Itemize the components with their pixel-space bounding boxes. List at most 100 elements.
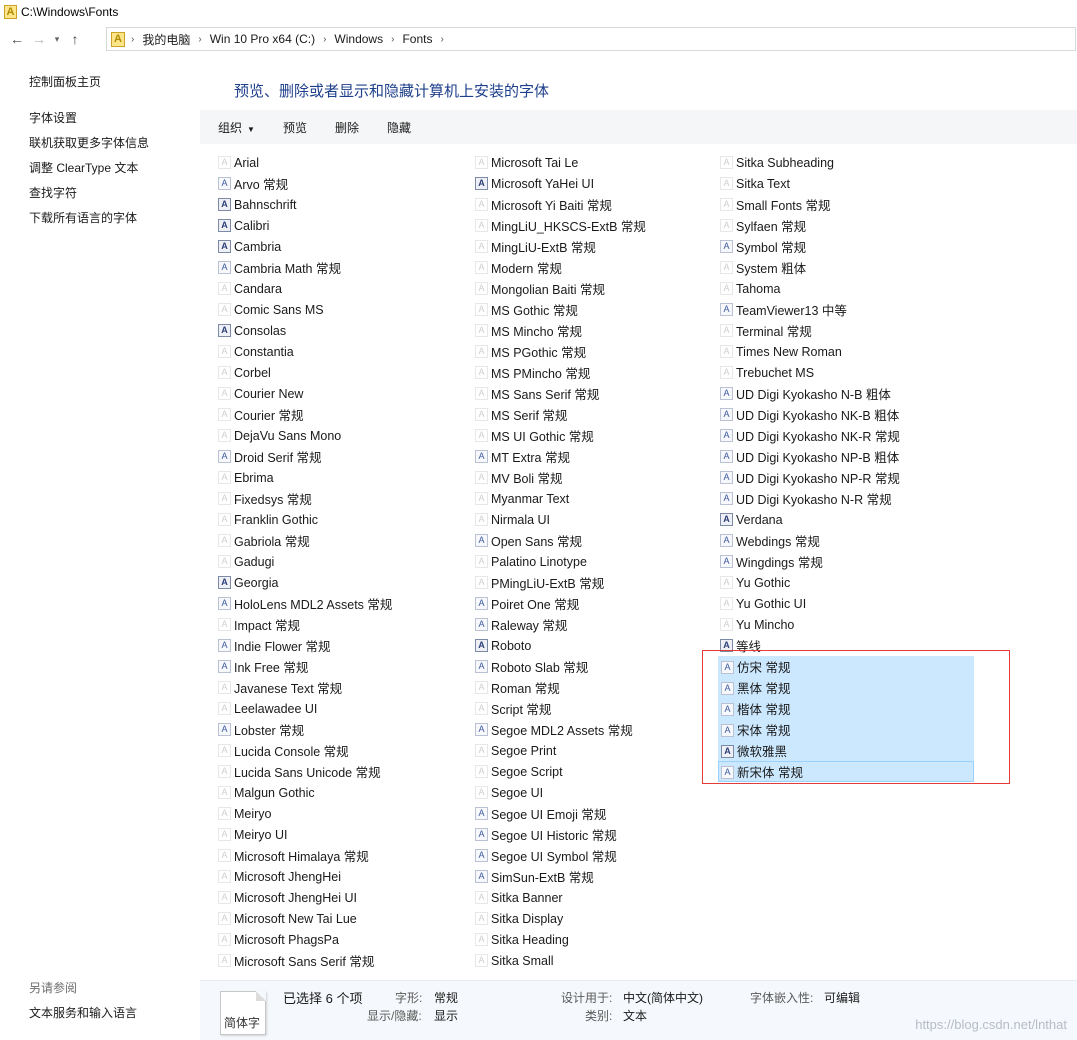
font-item[interactable]: A Sitka Heading xyxy=(473,929,713,950)
font-item[interactable]: A Cambria xyxy=(216,236,466,257)
font-item[interactable]: A UD Digi Kyokasho N-R 常规 xyxy=(718,488,974,509)
chevron-right-icon[interactable]: › xyxy=(391,34,394,45)
font-item[interactable]: A Microsoft YaHei UI xyxy=(473,173,713,194)
font-item[interactable]: A Microsoft Yi Baiti 常规 xyxy=(473,194,713,215)
back-arrow-icon[interactable]: ← xyxy=(6,28,28,50)
font-item[interactable]: A Verdana xyxy=(718,509,974,530)
font-item[interactable]: A Segoe UI Historic 常规 xyxy=(473,824,713,845)
font-item[interactable]: A Bahnschrift xyxy=(216,194,466,215)
font-item[interactable]: A UD Digi Kyokasho NP-R 常规 xyxy=(718,467,974,488)
font-item[interactable]: A Lucida Console 常规 xyxy=(216,740,466,761)
font-item[interactable]: A Symbol 常规 xyxy=(718,236,974,257)
font-item[interactable]: A Franklin Gothic xyxy=(216,509,466,530)
chevron-right-icon[interactable]: › xyxy=(323,34,326,45)
organize-button[interactable]: 组织 ▼ xyxy=(218,119,255,136)
preview-button[interactable]: 预览 xyxy=(283,119,307,136)
font-item[interactable]: A Roboto Slab 常规 xyxy=(473,656,713,677)
font-item[interactable]: A Gabriola 常规 xyxy=(216,530,466,551)
font-item[interactable]: A Malgun Gothic xyxy=(216,782,466,803)
font-item[interactable]: A Ebrima xyxy=(216,467,466,488)
font-item[interactable]: A MS Serif 常规 xyxy=(473,404,713,425)
chevron-right-icon[interactable]: › xyxy=(198,34,201,45)
font-item[interactable]: A Webdings 常规 xyxy=(718,530,974,551)
font-item[interactable]: A Constantia xyxy=(216,341,466,362)
font-item[interactable]: A Wingdings 常规 xyxy=(718,551,974,572)
font-item[interactable]: A Calibri xyxy=(216,215,466,236)
chevron-right-icon[interactable]: › xyxy=(131,34,134,45)
font-item[interactable]: A Cambria Math 常规 xyxy=(216,257,466,278)
recent-locations-chevron-icon[interactable]: ▾ xyxy=(50,28,64,50)
font-item[interactable]: A Nirmala UI xyxy=(473,509,713,530)
font-item[interactable]: A System 粗体 xyxy=(718,257,974,278)
font-item[interactable]: A Roman 常规 xyxy=(473,677,713,698)
adjust-cleartype-link[interactable]: 调整 ClearType 文本 xyxy=(29,159,138,176)
font-item[interactable]: A Script 常规 xyxy=(473,698,713,719)
breadcrumb-fonts[interactable]: Fonts xyxy=(402,32,432,46)
font-item[interactable]: A MS PMincho 常规 xyxy=(473,362,713,383)
font-item[interactable]: A Segoe Print xyxy=(473,740,713,761)
font-item[interactable]: A Poiret One 常规 xyxy=(473,593,713,614)
control-panel-home-link[interactable]: 控制面板主页 xyxy=(29,73,101,90)
font-settings-link[interactable]: 字体设置 xyxy=(29,109,77,126)
font-item[interactable]: A Times New Roman xyxy=(718,341,974,362)
font-item[interactable]: A Candara xyxy=(216,278,466,299)
font-item[interactable]: A Microsoft JhengHei xyxy=(216,866,466,887)
font-item[interactable]: A Droid Serif 常规 xyxy=(216,446,466,467)
font-item[interactable]: A Lobster 常规 xyxy=(216,719,466,740)
font-item[interactable]: A Palatino Linotype xyxy=(473,551,713,572)
font-item[interactable]: A MingLiU-ExtB 常规 xyxy=(473,236,713,257)
font-item[interactable]: A Microsoft PhagsPa xyxy=(216,929,466,950)
font-item[interactable]: A Yu Gothic xyxy=(718,572,974,593)
font-item[interactable]: A MS Gothic 常规 xyxy=(473,299,713,320)
font-item[interactable]: A Segoe MDL2 Assets 常规 xyxy=(473,719,713,740)
font-item[interactable]: A Ink Free 常规 xyxy=(216,656,466,677)
font-item[interactable]: A Corbel xyxy=(216,362,466,383)
font-item[interactable]: A MS Sans Serif 常规 xyxy=(473,383,713,404)
font-item[interactable]: A Indie Flower 常规 xyxy=(216,635,466,656)
font-item[interactable]: A Tahoma xyxy=(718,278,974,299)
font-item[interactable]: A Javanese Text 常规 xyxy=(216,677,466,698)
font-item[interactable]: A Arvo 常规 xyxy=(216,173,466,194)
font-item[interactable]: A Comic Sans MS xyxy=(216,299,466,320)
font-item[interactable]: A MS UI Gothic 常规 xyxy=(473,425,713,446)
font-item[interactable]: A MS PGothic 常规 xyxy=(473,341,713,362)
font-item[interactable]: A Sitka Small xyxy=(473,950,713,971)
font-item[interactable]: A UD Digi Kyokasho N-B 粗体 xyxy=(718,383,974,404)
font-item[interactable]: A MT Extra 常规 xyxy=(473,446,713,467)
font-item[interactable]: A Terminal 常规 xyxy=(718,320,974,341)
font-item[interactable]: A UD Digi Kyokasho NP-B 粗体 xyxy=(718,446,974,467)
font-item[interactable]: A SimSun-ExtB 常规 xyxy=(473,866,713,887)
font-item[interactable]: A Sitka Subheading xyxy=(718,152,974,173)
font-item[interactable]: A Microsoft JhengHei UI xyxy=(216,887,466,908)
font-item[interactable]: A Sitka Display xyxy=(473,908,713,929)
download-all-fonts-link[interactable]: 下载所有语言的字体 xyxy=(29,209,137,226)
font-item[interactable]: A MV Boli 常规 xyxy=(473,467,713,488)
font-item[interactable]: A Sylfaen 常规 xyxy=(718,215,974,236)
font-item[interactable]: A Consolas xyxy=(216,320,466,341)
font-item[interactable]: A MingLiU_HKSCS-ExtB 常规 xyxy=(473,215,713,236)
font-item[interactable]: A DejaVu Sans Mono xyxy=(216,425,466,446)
text-services-link[interactable]: 文本服务和输入语言 xyxy=(29,1004,137,1021)
font-item[interactable]: A Segoe UI xyxy=(473,782,713,803)
up-arrow-icon[interactable]: ↑ xyxy=(64,28,86,50)
font-item[interactable]: A Meiryo UI xyxy=(216,824,466,845)
font-item[interactable]: A Yu Gothic UI xyxy=(718,593,974,614)
hide-button[interactable]: 隐藏 xyxy=(387,119,411,136)
font-item[interactable]: A HoloLens MDL2 Assets 常规 xyxy=(216,593,466,614)
font-item[interactable]: A MS Mincho 常规 xyxy=(473,320,713,341)
breadcrumb-windows[interactable]: Windows xyxy=(334,32,383,46)
font-item[interactable]: A Myanmar Text xyxy=(473,488,713,509)
font-item[interactable]: A Microsoft Tai Le xyxy=(473,152,713,173)
font-item[interactable]: A Segoe UI Symbol 常规 xyxy=(473,845,713,866)
font-item[interactable]: A Segoe UI Emoji 常规 xyxy=(473,803,713,824)
font-item[interactable]: A UD Digi Kyokasho NK-R 常规 xyxy=(718,425,974,446)
font-item[interactable]: A Arial xyxy=(216,152,466,173)
font-item[interactable]: A TeamViewer13 中等 xyxy=(718,299,974,320)
font-item[interactable]: A Open Sans 常规 xyxy=(473,530,713,551)
address-bar[interactable]: A › 我的电脑 › Win 10 Pro x64 (C:) › Windows… xyxy=(106,27,1076,51)
font-item[interactable]: A Roboto xyxy=(473,635,713,656)
font-item[interactable]: A Fixedsys 常规 xyxy=(216,488,466,509)
delete-button[interactable]: 删除 xyxy=(335,119,359,136)
font-item[interactable]: A Sitka Banner xyxy=(473,887,713,908)
breadcrumb-drive-c[interactable]: Win 10 Pro x64 (C:) xyxy=(210,32,315,46)
